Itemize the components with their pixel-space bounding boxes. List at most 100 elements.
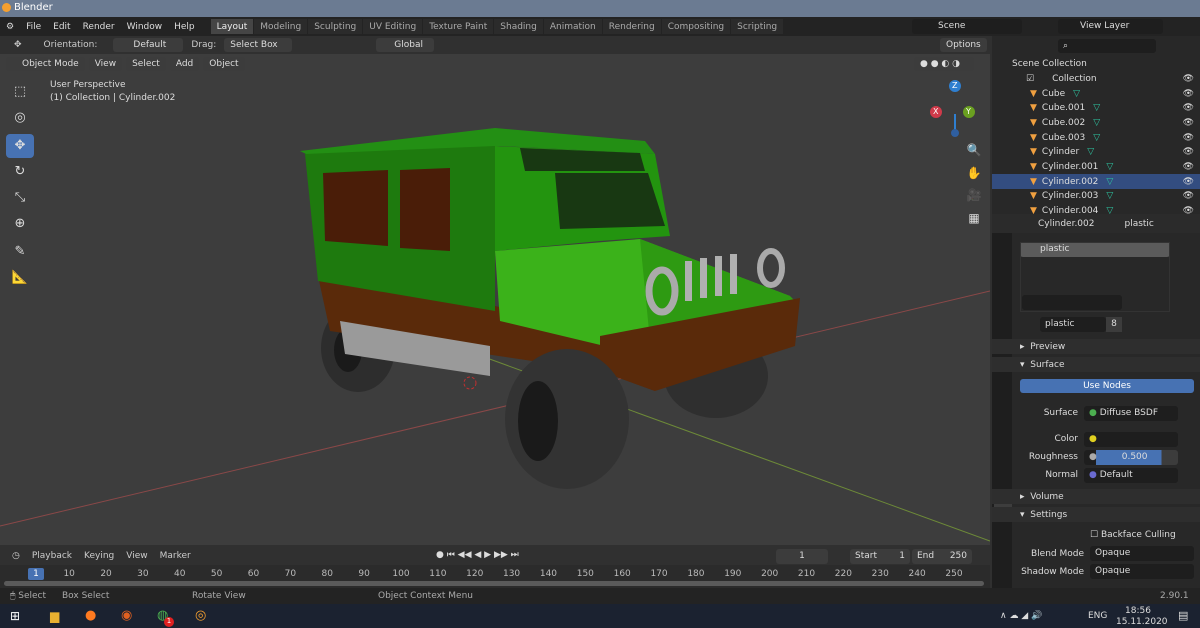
tab-scripting[interactable]: Scripting: [731, 19, 784, 34]
scale-tool-icon[interactable]: ⤡: [6, 186, 34, 210]
view-layer-selector[interactable]: View Layer: [1058, 19, 1163, 34]
tab-layout[interactable]: Layout: [210, 19, 254, 34]
3d-viewport[interactable]: ✥ Orientation: Default Drag: Select Box …: [0, 36, 990, 545]
clock-time[interactable]: 18:56: [1125, 606, 1151, 616]
rotate-tool-icon[interactable]: ↻: [6, 160, 34, 184]
measure-tool-icon[interactable]: 📐: [6, 266, 34, 290]
use-nodes-button[interactable]: Use Nodes: [1020, 379, 1194, 393]
eye-icon[interactable]: 👁: [1183, 103, 1194, 113]
app-icon[interactable]: ◉: [121, 608, 132, 623]
menu-timeline-view[interactable]: View: [120, 551, 153, 561]
object-mesh-icon: ▼: [1030, 147, 1037, 158]
scene-selector[interactable]: Scene: [912, 19, 1022, 34]
panel-volume[interactable]: ▸ Volume: [992, 489, 1200, 504]
frame-tick-label: 100: [392, 569, 410, 579]
collection-row[interactable]: ☑ Collection 👁: [992, 71, 1200, 86]
menu-window[interactable]: Window: [121, 22, 169, 32]
tab-animation[interactable]: Animation: [543, 19, 602, 34]
windows-start-icon[interactable]: ⊞: [10, 609, 20, 623]
file-explorer-icon[interactable]: ▆: [50, 609, 59, 623]
tab-shading[interactable]: Shading: [494, 19, 543, 34]
eye-icon[interactable]: 👁: [1183, 147, 1194, 157]
scene-collection[interactable]: Scene Collection: [992, 56, 1200, 71]
start-frame-field[interactable]: Start 1: [850, 549, 910, 564]
eye-icon[interactable]: 👁: [1183, 191, 1194, 201]
slot-filter-input[interactable]: [1022, 295, 1122, 310]
shadow-mode-dropdown[interactable]: Opaque: [1090, 564, 1194, 579]
outliner-item[interactable]: ▼ Cylinder.001 ▽ 👁: [992, 160, 1200, 175]
select-tool-icon[interactable]: ⬚: [6, 80, 34, 104]
tab-sculpting[interactable]: Sculpting: [308, 19, 363, 34]
outliner-item[interactable]: ▼ Cylinder ▽ 👁: [992, 145, 1200, 160]
end-frame-field[interactable]: End 250: [912, 549, 972, 564]
material-name-field[interactable]: plastic: [1040, 317, 1106, 332]
outliner-item[interactable]: ▼ Cylinder.002 ▽ 👁: [992, 174, 1200, 190]
pan-view-icon[interactable]: ✋: [964, 163, 984, 183]
annotate-tool-icon[interactable]: ✎: [6, 240, 34, 264]
blender-menu-icon[interactable]: ⚙: [0, 22, 20, 32]
field-color[interactable]: ●: [1084, 432, 1178, 447]
menu-keying[interactable]: Keying: [78, 551, 120, 561]
eye-icon[interactable]: 👁: [1183, 177, 1194, 187]
frame-tick-label: 110: [429, 569, 447, 579]
outliner-item[interactable]: ▼ Cylinder.003 ▽ 👁: [992, 189, 1200, 204]
tab-texture-paint[interactable]: Texture Paint: [423, 19, 494, 34]
outliner-item[interactable]: ▼ Cube.001 ▽ 👁: [992, 101, 1200, 116]
tab-uv-editing[interactable]: UV Editing: [363, 19, 423, 34]
eye-icon[interactable]: 👁: [1183, 162, 1194, 172]
outliner-item-label: Cube.003: [1041, 132, 1086, 143]
eye-icon[interactable]: 👁: [1183, 89, 1194, 99]
field-surface[interactable]: ● Diffuse BSDF: [1084, 406, 1178, 421]
tray-icons[interactable]: ∧ ☁ ◢ 🔊: [1000, 611, 1042, 621]
menu-help[interactable]: Help: [168, 22, 201, 32]
gizmo-x-label: X: [933, 107, 939, 116]
blend-mode-label: Blend Mode: [1030, 549, 1084, 559]
tab-compositing[interactable]: Compositing: [661, 19, 731, 34]
language-indicator[interactable]: ENG: [1088, 611, 1107, 621]
current-frame-field[interactable]: 1: [776, 549, 828, 564]
outliner-item-label: Cube.001: [1041, 103, 1086, 114]
outliner-item[interactable]: ▼ Cube.002 ▽ 👁: [992, 115, 1200, 130]
menu-render[interactable]: Render: [77, 22, 121, 32]
transform-tool-icon[interactable]: ⊕: [6, 212, 34, 236]
eye-icon[interactable]: 👁: [1183, 74, 1194, 84]
ortho-toggle-icon[interactable]: ▦: [964, 208, 984, 228]
outliner-item-label: Cylinder.002: [1041, 176, 1099, 187]
frame-tick-label: 80: [321, 569, 333, 579]
blender-taskbar-icon[interactable]: ◎: [195, 608, 206, 623]
backface-culling-checkbox[interactable]: ☐ Backface Culling: [1090, 530, 1176, 540]
zoom-view-icon[interactable]: 🔍: [964, 140, 984, 160]
action-center-icon[interactable]: ▤: [1178, 609, 1188, 622]
menu-playback[interactable]: Playback: [26, 551, 78, 561]
object-mesh-icon: ▼: [1030, 103, 1037, 114]
playback-controls[interactable]: ● ⏮ ◀◀ ◀ ▶ ▶▶ ⏭: [436, 550, 519, 560]
panel-settings[interactable]: ▾ Settings: [992, 507, 1200, 522]
cursor-tool-icon[interactable]: ◎: [6, 106, 34, 130]
move-tool-icon[interactable]: ✥: [6, 134, 34, 158]
clock-date[interactable]: 15.11.2020: [1116, 617, 1168, 627]
material-users-count[interactable]: 8: [1106, 317, 1122, 332]
firefox-icon[interactable]: ●: [85, 608, 96, 623]
menu-file[interactable]: File: [20, 22, 47, 32]
properties-header: Cylinder.002 plastic: [992, 214, 1200, 233]
blend-mode-dropdown[interactable]: Opaque: [1090, 546, 1194, 561]
timeline-scrollbar[interactable]: [4, 581, 984, 586]
menu-edit[interactable]: Edit: [47, 22, 76, 32]
panel-surface[interactable]: ▾ Surface: [992, 357, 1200, 372]
timeline[interactable]: ◷ Playback Keying View Marker ● ⏮ ◀◀ ◀ ▶…: [0, 547, 990, 588]
panel-preview[interactable]: ▸ Preview: [992, 339, 1200, 354]
status-select-label: Select: [18, 591, 47, 601]
editor-type-icon[interactable]: ◷: [6, 551, 26, 561]
collection-checkbox[interactable]: ☑: [1026, 74, 1034, 84]
tab-rendering[interactable]: Rendering: [602, 19, 661, 34]
menu-marker[interactable]: Marker: [154, 551, 197, 561]
outliner-item[interactable]: ▼ Cube ▽ 👁: [992, 86, 1200, 101]
eye-icon[interactable]: 👁: [1183, 133, 1194, 143]
field-normal[interactable]: ● Default: [1084, 468, 1178, 483]
outliner-item[interactable]: ▼ Cube.003 ▽ 👁: [992, 130, 1200, 145]
field-roughness[interactable]: ● 0.500: [1084, 450, 1178, 465]
outliner-search[interactable]: ⌕: [1058, 39, 1156, 53]
camera-view-icon[interactable]: 🎥: [964, 185, 984, 205]
eye-icon[interactable]: 👁: [1183, 118, 1194, 128]
tab-modeling[interactable]: Modeling: [254, 19, 308, 34]
